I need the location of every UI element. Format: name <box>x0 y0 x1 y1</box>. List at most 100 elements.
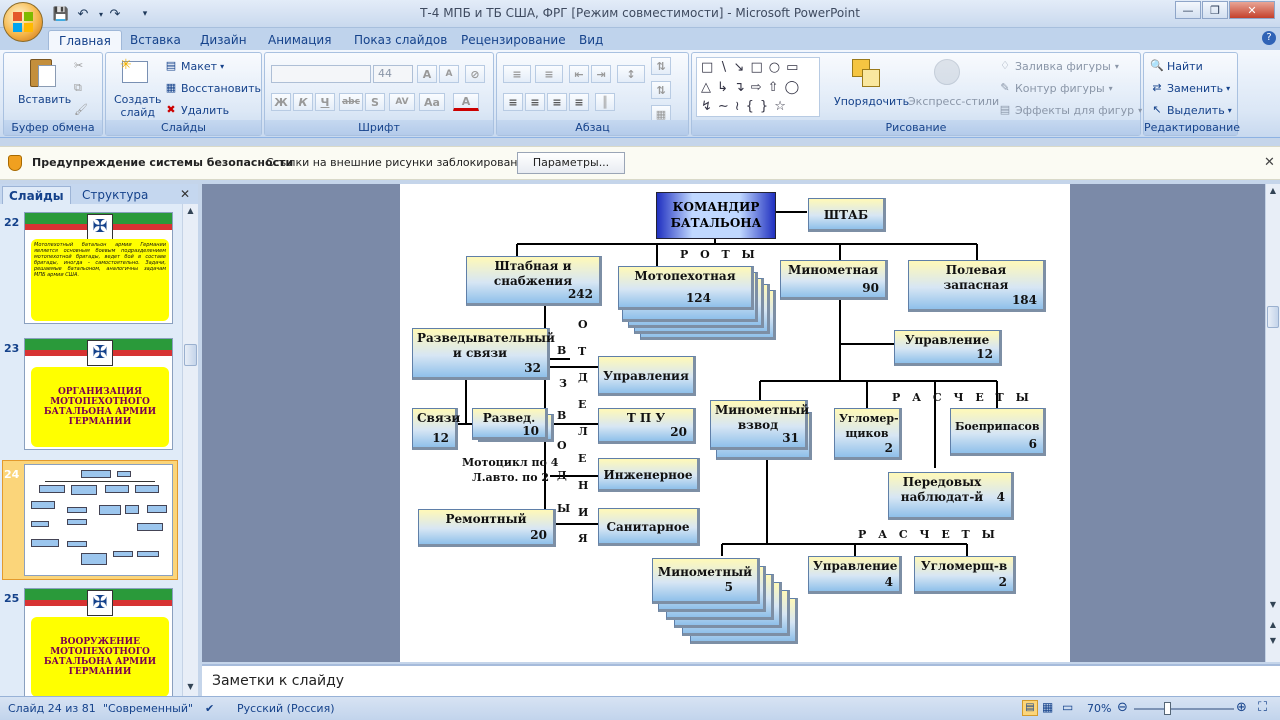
language-indicator[interactable]: Русский (Россия) <box>237 702 335 715</box>
hq-box[interactable]: ШТАБ <box>808 198 886 232</box>
columns-icon[interactable]: ║ <box>595 93 615 111</box>
close-icon[interactable]: ✕ <box>1264 155 1275 170</box>
mgmt4-box[interactable]: Управление 4 <box>808 556 902 594</box>
layout-button[interactable]: ▤ Макет ▾ <box>164 59 224 73</box>
engineer-box[interactable]: Инженерное <box>598 458 700 492</box>
shapes-gallery[interactable]: □∖↘□○▭ △↳↴⇨⇧◯ ↯∼≀{}☆ <box>696 57 820 117</box>
security-options-button[interactable]: Параметры... <box>517 152 625 174</box>
mortar-company-box[interactable]: Минометная 90 <box>780 260 888 300</box>
shadow-button[interactable]: S <box>365 93 385 111</box>
shape-outline-button[interactable]: ✎ Контур фигуры ▾ <box>998 81 1112 95</box>
tab-home[interactable]: Главная <box>48 30 122 50</box>
normal-view-icon[interactable]: ▤ <box>1022 700 1038 716</box>
management-box[interactable]: Управления <box>598 356 696 396</box>
arrange-button[interactable]: Упорядочить <box>834 95 909 108</box>
strikethrough-button[interactable]: abc <box>339 93 363 111</box>
change-case-button[interactable]: Aa <box>419 93 445 111</box>
slide-scrollbar[interactable]: ▲ ▼ ▲ ▼ <box>1265 184 1280 662</box>
mortar-crew-box[interactable]: Минометный 5 <box>652 558 760 604</box>
bullets-icon[interactable]: ≡ <box>503 65 531 83</box>
zoom-level[interactable]: 70% <box>1087 702 1111 715</box>
maximize-button[interactable]: ❐ <box>1202 1 1228 19</box>
decrease-indent-icon[interactable]: ⇤ <box>569 65 589 83</box>
scroll-thumb[interactable] <box>184 344 197 366</box>
tab-design[interactable]: Дизайн <box>190 30 257 50</box>
tab-insert[interactable]: Вставка <box>120 30 191 50</box>
new-slide-button[interactable]: Создать слайд <box>114 93 162 119</box>
medical-box[interactable]: Санитарное <box>598 508 700 546</box>
mortar-platoon-box[interactable]: Минометный взвод 31 <box>710 400 809 450</box>
copy-icon[interactable]: ⧉ <box>74 81 82 95</box>
quick-styles-button[interactable]: Экспресс-стили <box>908 95 999 108</box>
slide-thumbnail-23[interactable]: ✠ ОРГАНИЗАЦИЯ МОТОПЕХОТНОГО БАТАЛЬОНА АР… <box>24 338 173 450</box>
align-right-icon[interactable]: ≡ <box>547 93 567 111</box>
paste-button[interactable]: Вставить <box>18 93 71 106</box>
staff-supply-box[interactable]: Штабная и снабжения 242 <box>466 256 602 306</box>
tab-slideshow[interactable]: Показ слайдов <box>344 30 457 50</box>
underline-button[interactable]: Ч <box>315 93 335 111</box>
notes-pane[interactable]: Заметки к слайду <box>202 664 1280 696</box>
tpu-box[interactable]: Т П У 20 <box>598 408 696 444</box>
find-button[interactable]: 🔍 Найти <box>1150 59 1203 73</box>
tab-animation[interactable]: Анимация <box>258 30 341 50</box>
motor-infantry-box[interactable]: Мотопехотная 124 <box>618 266 754 310</box>
increase-indent-icon[interactable]: ⇥ <box>591 65 611 83</box>
fit-to-window-icon[interactable]: ⛶ <box>1258 700 1267 715</box>
replace-button[interactable]: ⇄ Заменить ▾ <box>1150 81 1230 95</box>
select-button[interactable]: ↖ Выделить ▾ <box>1150 103 1231 117</box>
scroll-up-icon[interactable]: ▲ <box>1267 186 1279 198</box>
panel-scrollbar[interactable]: ▲ ▼ <box>182 204 198 696</box>
tab-review[interactable]: Рецензирование <box>451 30 576 50</box>
grow-font-icon[interactable]: A <box>417 65 437 83</box>
tab-view[interactable]: Вид <box>569 30 613 50</box>
justify-icon[interactable]: ≡ <box>569 93 589 111</box>
font-size-combo[interactable]: 44 <box>373 65 413 83</box>
spacing-button[interactable]: AV <box>389 93 415 111</box>
font-name-combo[interactable] <box>271 65 371 83</box>
clear-format-icon[interactable]: ⊘ <box>465 65 485 83</box>
commander-box[interactable]: КОМАНДИР БАТАЛЬОНА <box>656 192 776 239</box>
font-color-button[interactable]: A <box>453 93 479 111</box>
goniometer-box[interactable]: Угломер-щиков 2 <box>834 408 902 460</box>
tab-outline[interactable]: Структура <box>76 186 154 204</box>
tab-slides[interactable]: Слайды <box>2 186 71 204</box>
numbering-icon[interactable]: ≡ <box>535 65 563 83</box>
field-reserve-box[interactable]: Полевая запасная 184 <box>908 260 1046 312</box>
format-painter-icon[interactable]: 🖌 <box>74 103 88 116</box>
recon-comm-box[interactable]: Разведывательный и связи 32 <box>412 328 555 380</box>
observers-box[interactable]: Передовых наблюдат-й 4 <box>888 472 1014 520</box>
shrink-font-icon[interactable]: A <box>439 65 459 83</box>
recon-box[interactable]: Развед. 10 <box>472 408 548 440</box>
bold-button[interactable]: Ж <box>271 93 291 111</box>
zoom-slider-thumb[interactable] <box>1164 702 1171 715</box>
text-direction-icon[interactable]: ⇅ <box>651 57 671 75</box>
slide-thumbnail-25[interactable]: ✠ ВООРУЖЕНИЕ МОТОПЕХОТНОГО БАТАЛЬОНА АРМ… <box>24 588 173 700</box>
delete-slide-button[interactable]: ✖ Удалить <box>164 103 229 117</box>
next-slide-icon[interactable]: ▼ <box>1267 636 1279 648</box>
align-text-icon[interactable]: ⇅ <box>651 81 671 99</box>
comm-box[interactable]: Связи 12 <box>412 408 460 450</box>
ammo-box[interactable]: Боеприпасов 6 <box>950 408 1046 456</box>
scroll-down-icon[interactable]: ▼ <box>1267 600 1279 612</box>
slide-thumbnail-22[interactable]: ✠ Мотопехотный батальон армии Германии я… <box>24 212 173 324</box>
minimize-button[interactable]: — <box>1175 1 1201 19</box>
italic-button[interactable]: К <box>293 93 313 111</box>
shape-effects-button[interactable]: ▤ Эффекты для фигур ▾ <box>998 103 1142 117</box>
close-panel-icon[interactable]: ✕ <box>180 187 190 201</box>
help-icon[interactable]: ? <box>1262 31 1276 45</box>
scroll-up-icon[interactable]: ▲ <box>184 206 197 218</box>
reset-button[interactable]: ▦ Восстановить <box>164 81 261 95</box>
line-spacing-icon[interactable]: ↕ <box>617 65 645 83</box>
current-slide[interactable]: КОМАНДИР БАТАЛЬОНА ШТАБ Р О Т Ы Штабная … <box>400 184 1070 662</box>
repair-box[interactable]: Ремонтный 20 <box>418 509 556 547</box>
scroll-thumb[interactable] <box>1267 306 1279 328</box>
zoom-in-icon[interactable]: ⊕ <box>1236 700 1247 715</box>
zoom-slider-track[interactable] <box>1134 708 1234 710</box>
slideshow-view-icon[interactable]: ▭ <box>1062 700 1073 714</box>
cut-icon[interactable]: ✂ <box>74 59 83 72</box>
zoom-out-icon[interactable]: ⊖ <box>1117 700 1128 715</box>
spellcheck-icon[interactable]: ✔ <box>205 702 214 715</box>
align-left-icon[interactable]: ≡ <box>503 93 523 111</box>
previous-slide-icon[interactable]: ▲ <box>1267 620 1279 632</box>
office-button[interactable] <box>3 2 43 42</box>
